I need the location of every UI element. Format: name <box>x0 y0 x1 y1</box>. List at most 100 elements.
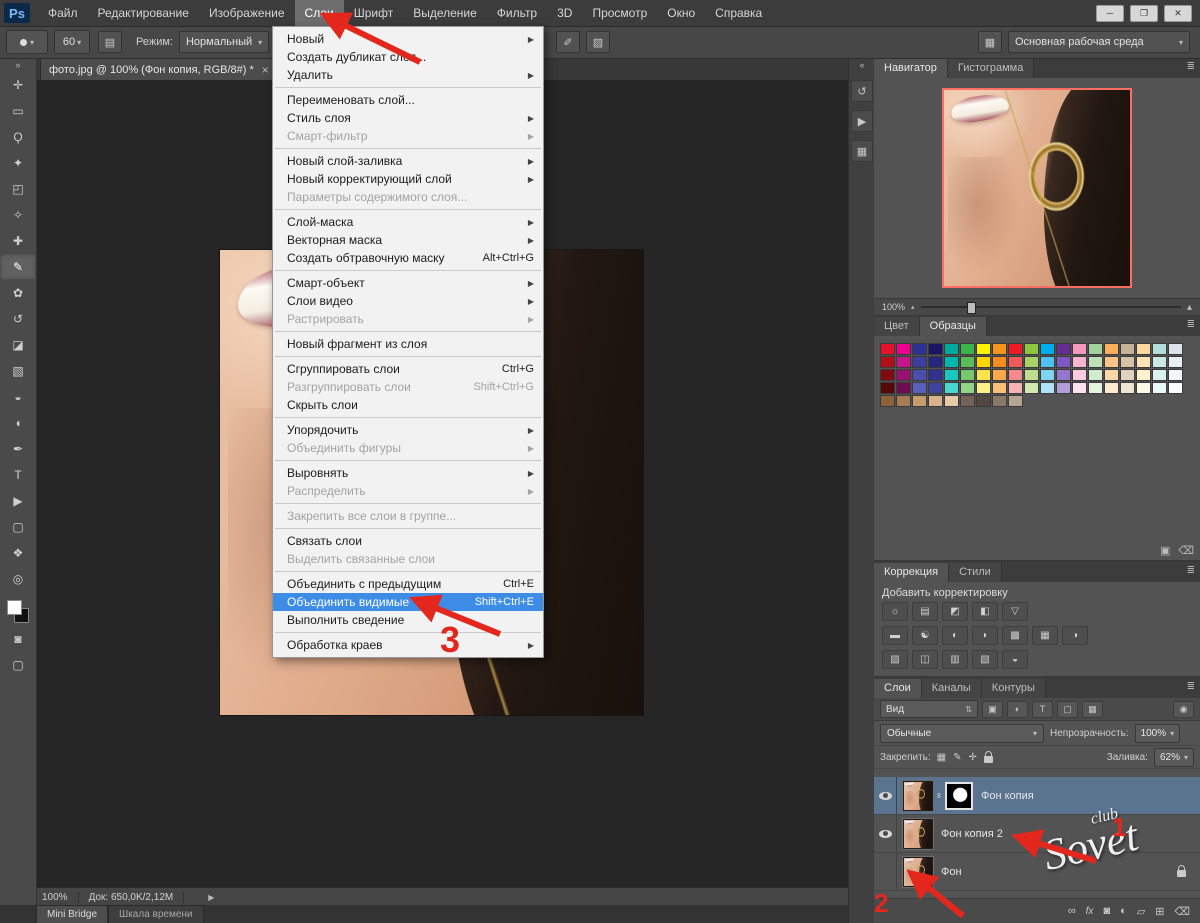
slider-thumb[interactable] <box>967 302 976 314</box>
zoom-out-icon[interactable]: ▴ <box>911 303 915 311</box>
swatch[interactable] <box>1024 343 1039 355</box>
tab-paths[interactable]: Контуры <box>982 679 1046 698</box>
panel-menu-icon[interactable]: ≣ <box>1187 61 1195 72</box>
panel-menu-icon[interactable]: ≣ <box>1187 319 1195 330</box>
menu-item-arrange[interactable]: Упорядочить▶ <box>273 421 543 439</box>
menu-item-merge-down[interactable]: Объединить с предыдущимCtrl+E <box>273 575 543 593</box>
swatch[interactable] <box>912 369 927 381</box>
properties-panel-icon[interactable]: ▦ <box>851 140 873 162</box>
gradient-tool[interactable]: ▧ <box>0 358 36 384</box>
menu-item-link-layers[interactable]: Связать слои <box>273 532 543 550</box>
marquee-tool[interactable]: ▭ <box>0 98 36 124</box>
menu-item-rename-layer[interactable]: Переименовать слой... <box>273 91 543 109</box>
workspace-select[interactable]: Основная рабочая среда▾ <box>1008 31 1190 53</box>
tab-mini-bridge[interactable]: Mini Bridge <box>36 905 108 923</box>
swatch[interactable] <box>1008 369 1023 381</box>
swatch[interactable] <box>1072 356 1087 368</box>
new-adjustment-layer-icon[interactable]: ◐ <box>1120 905 1127 917</box>
swatch[interactable] <box>960 382 975 394</box>
delete-layer-icon[interactable]: ⌫ <box>1174 905 1190 918</box>
swatch[interactable] <box>1088 343 1103 355</box>
swatch[interactable] <box>1168 369 1183 381</box>
link-layers-icon[interactable]: ∞ <box>1068 905 1076 917</box>
filter-smart-objects-icon[interactable]: ▦ <box>1082 701 1103 718</box>
minimize-button[interactable]: ─ <box>1096 5 1124 22</box>
tab-color[interactable]: Цвет <box>874 317 920 336</box>
document-tab[interactable]: фото.jpg @ 100% (Фон копия, RGB/8#) * × <box>40 58 278 80</box>
threshold-icon[interactable]: ◫ <box>912 650 938 669</box>
swatch[interactable] <box>928 343 943 355</box>
hand-tool[interactable]: ❖ <box>0 540 36 566</box>
layer-filter-toggle-icon[interactable]: ◉ <box>1173 701 1194 718</box>
color-lookup-icon[interactable]: ▦ <box>1032 626 1058 645</box>
tab-swatches[interactable]: Образцы <box>920 317 987 336</box>
swatch[interactable] <box>1072 382 1087 394</box>
swatch[interactable] <box>1088 382 1103 394</box>
layer-blend-mode-select[interactable]: Обычные ▾ <box>880 724 1044 743</box>
swatch[interactable] <box>1008 356 1023 368</box>
swatch[interactable] <box>992 395 1007 407</box>
menubar-item-select[interactable]: Выделение <box>403 0 487 26</box>
swatch[interactable] <box>960 395 975 407</box>
mask-adjust-icon[interactable]: ◒ <box>1002 650 1028 669</box>
swatch[interactable] <box>944 369 959 381</box>
lock-pixels-icon[interactable]: ✎ <box>953 752 961 763</box>
brush-preset-button[interactable]: ▾ <box>6 30 48 54</box>
swatch[interactable] <box>912 343 927 355</box>
pen-tool[interactable]: ✒ <box>0 436 36 462</box>
menu-item-layer-style[interactable]: Стиль слоя▶ <box>273 109 543 127</box>
menubar-item-image[interactable]: Изображение <box>199 0 295 26</box>
dodge-tool[interactable]: ◖ <box>0 410 36 436</box>
close-button[interactable]: ✕ <box>1164 5 1192 22</box>
swatch[interactable] <box>880 382 895 394</box>
menu-item-duplicate-layer[interactable]: Создать дубликат слоя... <box>273 48 543 66</box>
invert-icon[interactable]: ◑ <box>1062 626 1088 645</box>
shape-tool[interactable]: ▢ <box>0 514 36 540</box>
crop-tool[interactable]: ◰ <box>0 176 36 202</box>
swatch[interactable] <box>1088 369 1103 381</box>
photo-filter-icon[interactable]: ◗ <box>972 626 998 645</box>
exposure-icon[interactable]: ◧ <box>972 602 998 621</box>
swatch[interactable] <box>992 343 1007 355</box>
swatch[interactable] <box>960 356 975 368</box>
visibility-toggle-on[interactable] <box>874 777 897 814</box>
menu-item-create-clipping-mask[interactable]: Создать обтравочную маскуAlt+Ctrl+G <box>273 249 543 267</box>
tab-styles[interactable]: Стили <box>949 563 1002 582</box>
color-balance-icon[interactable]: ☯ <box>912 626 938 645</box>
tab-layers[interactable]: Слои <box>874 679 922 698</box>
swatch[interactable] <box>976 343 991 355</box>
navigator-zoom-value[interactable]: 100% <box>882 302 905 312</box>
hue-saturation-icon[interactable]: ▬ <box>882 626 908 645</box>
menu-item-align[interactable]: Выровнять▶ <box>273 464 543 482</box>
swatch[interactable] <box>944 343 959 355</box>
history-panel-icon[interactable]: ↺ <box>851 80 873 102</box>
swatch[interactable] <box>1152 356 1167 368</box>
layer-thumbnail[interactable] <box>903 857 933 887</box>
move-tool[interactable]: ✛ <box>0 72 36 98</box>
menu-item-delete[interactable]: Удалить▶ <box>273 66 543 84</box>
swatch[interactable] <box>1136 343 1151 355</box>
workspace-switcher-icon[interactable]: ▦ <box>978 31 1002 53</box>
tab-close-icon[interactable]: × <box>262 63 269 77</box>
brush-panel-toggle-icon[interactable]: ▤ <box>98 31 122 53</box>
black-white-icon[interactable]: ◐ <box>942 626 968 645</box>
visibility-toggle-on[interactable] <box>874 815 897 852</box>
swatch[interactable] <box>1056 343 1071 355</box>
panel-menu-icon[interactable]: ≣ <box>1187 681 1195 692</box>
swatch[interactable] <box>1104 369 1119 381</box>
swatch[interactable] <box>976 369 991 381</box>
swatch[interactable] <box>1120 382 1135 394</box>
swatch[interactable] <box>1168 382 1183 394</box>
brush-tool[interactable]: ✎ <box>0 254 36 280</box>
swatch[interactable] <box>944 356 959 368</box>
channel-mixer-icon[interactable]: ▩ <box>1002 626 1028 645</box>
airbrush-icon[interactable]: ▨ <box>586 31 610 53</box>
layer-row-2[interactable]: Фон копия 2 <box>874 815 1200 853</box>
swatch[interactable] <box>928 356 943 368</box>
menu-item-matting[interactable]: Обработка краев▶ <box>273 636 543 654</box>
swatch[interactable] <box>1136 382 1151 394</box>
swatch[interactable] <box>1104 356 1119 368</box>
clone-stamp-tool[interactable]: ✿ <box>0 280 36 306</box>
type-tool[interactable]: T <box>0 462 36 488</box>
layer-row-1[interactable]: ∞Фон копия <box>874 777 1200 815</box>
